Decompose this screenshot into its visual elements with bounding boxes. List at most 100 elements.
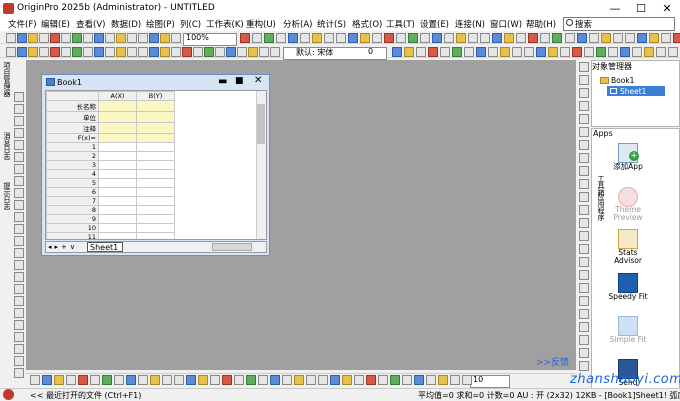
format-button[interactable] — [404, 47, 414, 57]
toolbar-button[interactable] — [276, 33, 286, 43]
toolbar-button[interactable] — [240, 33, 250, 43]
draw-tool-button[interactable] — [366, 375, 376, 385]
sheet-tab[interactable]: Sheet1 — [87, 242, 123, 252]
right-tool-button[interactable] — [579, 309, 589, 319]
format-button[interactable] — [440, 47, 450, 57]
left-tool-button[interactable] — [14, 332, 24, 342]
right-tool-button[interactable] — [579, 257, 589, 267]
format-button[interactable] — [608, 47, 618, 57]
cell[interactable] — [136, 133, 175, 143]
toolbar-button[interactable] — [613, 33, 623, 43]
cell[interactable] — [98, 205, 137, 215]
toolbar-button[interactable] — [649, 33, 659, 43]
toolbar-button[interactable] — [673, 33, 680, 43]
menu-help[interactable]: 帮助(H) — [526, 18, 556, 30]
draw-tool-button[interactable] — [210, 375, 220, 385]
toolbar-button[interactable] — [61, 33, 71, 43]
apps-tab[interactable]: 应用程序 — [596, 193, 606, 221]
menu-analysis[interactable]: 分析(A) — [283, 18, 312, 30]
menu-statistics[interactable]: 统计(S) — [317, 18, 346, 30]
left-tool-button[interactable] — [14, 200, 24, 210]
toolbar-button[interactable] — [396, 33, 406, 43]
format-button[interactable] — [584, 47, 594, 57]
horizontal-scrollbar[interactable] — [212, 243, 252, 251]
format-button[interactable] — [149, 47, 159, 57]
message-log-tab[interactable]: 消息日志 — [2, 132, 12, 160]
left-tool-button[interactable] — [14, 296, 24, 306]
draw-tool-button[interactable] — [150, 375, 160, 385]
cell[interactable] — [98, 111, 137, 123]
format-button[interactable] — [464, 47, 474, 57]
cell[interactable] — [136, 151, 175, 161]
draw-tool-button[interactable] — [198, 375, 208, 385]
draw-tool-button[interactable] — [222, 375, 232, 385]
draw-tool-button[interactable] — [462, 375, 472, 385]
draw-tool-button[interactable] — [90, 375, 100, 385]
toolbar-button[interactable] — [540, 33, 550, 43]
format-button[interactable] — [138, 47, 148, 57]
toolbar-button[interactable] — [456, 33, 466, 43]
draw-tool-button[interactable] — [282, 375, 292, 385]
draw-tool-button[interactable] — [306, 375, 316, 385]
cell[interactable] — [136, 196, 175, 206]
right-tool-button[interactable] — [579, 218, 589, 228]
menu-plot[interactable]: 绘图(P) — [146, 18, 175, 30]
left-tool-button[interactable] — [14, 188, 24, 198]
toolbar-button[interactable] — [516, 33, 526, 43]
sheet-nav-buttons[interactable]: ◂▸+∨ — [48, 243, 78, 251]
right-tool-button[interactable] — [579, 283, 589, 293]
menu-settings[interactable]: 设置(E) — [420, 18, 449, 30]
left-tool-button[interactable] — [14, 236, 24, 246]
toolbar-button[interactable] — [138, 33, 148, 43]
app-stats-advisor[interactable]: Stats Advisor — [606, 249, 650, 265]
toolbar-button[interactable] — [625, 33, 635, 43]
toolbar-button[interactable] — [160, 33, 170, 43]
toolbar-button[interactable] — [116, 33, 126, 43]
recent-files-link[interactable]: << 最近打开的文件 (Ctrl+F1) — [30, 390, 141, 401]
menu-data[interactable]: 数据(D) — [111, 18, 141, 30]
toolbar-button[interactable] — [637, 33, 647, 43]
right-tool-button[interactable] — [579, 179, 589, 189]
draw-tool-button[interactable] — [342, 375, 352, 385]
app-speedy-fit[interactable]: Speedy Fit — [606, 293, 650, 301]
format-button[interactable] — [500, 47, 510, 57]
right-tool-button[interactable] — [579, 101, 589, 111]
format-button[interactable] — [572, 47, 582, 57]
cell[interactable] — [136, 122, 175, 134]
cell[interactable] — [98, 187, 137, 197]
format-button[interactable] — [215, 47, 225, 57]
toolbar-button[interactable] — [17, 33, 27, 43]
toolbar-button[interactable] — [372, 33, 382, 43]
right-tool-button[interactable] — [579, 62, 589, 72]
cell[interactable] — [98, 196, 137, 206]
format-button[interactable] — [6, 47, 16, 57]
draw-tool-button[interactable] — [66, 375, 76, 385]
draw-tool-button[interactable] — [102, 375, 112, 385]
draw-tool-button[interactable] — [78, 375, 88, 385]
left-tool-button[interactable] — [14, 104, 24, 114]
menu-view[interactable]: 查看(V) — [76, 18, 105, 30]
format-button[interactable] — [182, 47, 192, 57]
toolbar-button[interactable] — [408, 33, 418, 43]
menu-format[interactable]: 格式(O) — [352, 18, 382, 30]
draw-tool-button[interactable] — [138, 375, 148, 385]
left-tool-button[interactable] — [14, 116, 24, 126]
maximize-button[interactable]: ☐ — [628, 0, 654, 17]
right-tool-button[interactable] — [579, 127, 589, 137]
menu-worksheet[interactable]: 工作表(K) — [206, 18, 244, 30]
cell[interactable] — [98, 151, 137, 161]
toolbar-button[interactable] — [105, 33, 115, 43]
format-button[interactable] — [28, 47, 38, 57]
format-button[interactable] — [83, 47, 93, 57]
right-tool-button[interactable] — [579, 166, 589, 176]
cell[interactable] — [136, 100, 175, 112]
app-simple-fit[interactable]: Simple Fit — [606, 336, 650, 344]
format-button[interactable] — [620, 47, 630, 57]
format-button[interactable] — [524, 47, 534, 57]
left-tool-button[interactable] — [14, 356, 24, 366]
cell[interactable] — [136, 187, 175, 197]
project-explorer-tab[interactable]: 项目管理器 — [2, 62, 12, 97]
feedback-link[interactable]: >>反馈 — [536, 355, 569, 368]
toolbar-button[interactable] — [39, 33, 49, 43]
toolbar-button[interactable] — [348, 33, 358, 43]
